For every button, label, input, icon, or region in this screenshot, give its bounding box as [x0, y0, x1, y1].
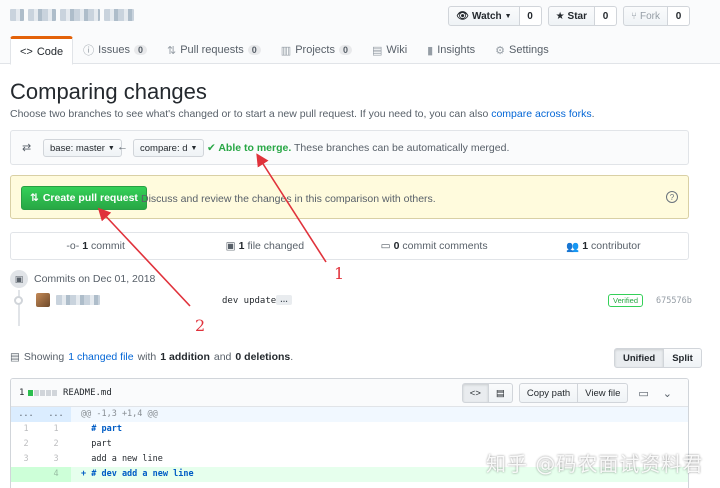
copy-path-button[interactable]: Copy path: [518, 383, 579, 403]
pull-request-icon: ⇅: [166, 44, 177, 57]
chevron-down-icon: ▼: [107, 144, 115, 152]
commit-icon: -o-: [66, 240, 80, 252]
watermark: 知乎 @码农面试资料君: [486, 452, 704, 476]
tab-pull-requests[interactable]: ⇅ Pull requests 0: [157, 36, 271, 64]
annotation-label-1: 1: [334, 264, 345, 283]
diff-line: 1 1 # part: [23, 424, 122, 434]
desktop-icon[interactable]: ▭: [634, 387, 652, 400]
commit-dot-icon: [14, 296, 23, 305]
commit-message[interactable]: dev update: [222, 296, 276, 306]
pull-requests-count: 0: [247, 45, 261, 55]
summary-files-changed[interactable]: ▣ 1 file changed: [180, 233, 349, 259]
eye-icon: 👁: [456, 10, 469, 22]
people-icon: 👥: [566, 240, 580, 253]
tab-issues[interactable]: ⓘ Issues 0: [73, 36, 157, 64]
chevron-down-icon: ▼: [504, 12, 512, 20]
base-branch-select[interactable]: base: master ▼: [43, 139, 122, 157]
summary-contributors[interactable]: 👥 1 contributor: [519, 233, 688, 259]
code-icon: <>: [20, 45, 33, 58]
repo-nav-tabs: <> Code ⓘ Issues 0 ⇅ Pull requests 0 ▥ P…: [10, 36, 559, 65]
flash-text: Discuss and review the changes in this c…: [141, 193, 436, 205]
split-view-button[interactable]: Split: [664, 348, 702, 368]
diff-hunk-header: ... ... @@ -1,3 +1,4 @@: [11, 407, 688, 422]
repo-icon: [10, 9, 24, 21]
issue-icon: ⓘ: [83, 45, 95, 57]
repo-push-icon: ▣: [10, 270, 28, 288]
file-actions: <> ▤ Copy path View file ▭ ⌄: [461, 383, 676, 403]
tab-projects[interactable]: ▥ Projects 0: [271, 36, 362, 64]
summary-commit-comments[interactable]: ▭ 0 commit comments: [350, 233, 519, 259]
comment-icon: ▭: [380, 240, 391, 252]
compare-across-forks-link[interactable]: compare across forks: [491, 108, 591, 120]
author-obscured: [56, 295, 100, 305]
chevron-down-icon[interactable]: ⌄: [659, 387, 676, 400]
file-diff-icon: ▣: [225, 240, 236, 252]
repo-name-obscured: [60, 9, 100, 21]
tab-code[interactable]: <> Code: [10, 36, 74, 65]
view-file-button[interactable]: View file: [578, 383, 629, 403]
tab-insights[interactable]: ▮ Insights: [417, 36, 485, 64]
graph-icon: ▮: [427, 44, 434, 57]
diff-toc: ▤ Showing 1 changed file with 1 addition…: [10, 351, 294, 363]
repo-owner-obscured: [28, 9, 56, 21]
summary-commits[interactable]: -o- 1 commit: [11, 233, 180, 259]
able-to-merge: ✔ Able to merge.: [207, 142, 292, 154]
commit-row: dev update … Verified 675576b: [14, 292, 692, 310]
compare-summary: -o- 1 commit ▣ 1 file changed ▭ 0 commit…: [10, 232, 689, 260]
repo-name-obscured-2: [104, 9, 134, 21]
source-diff-button[interactable]: <>: [461, 383, 489, 403]
git-compare-icon: ⇄: [22, 142, 32, 154]
star-count[interactable]: 0: [595, 6, 617, 26]
repo-title[interactable]: [10, 7, 134, 23]
gear-icon: ⚙: [495, 44, 506, 57]
range-editor: ⇄ base: master ▼ ← compare: d ▼ ✔ Able t…: [10, 130, 689, 165]
rich-diff-button[interactable]: ▤: [488, 383, 513, 403]
watch-count[interactable]: 0: [519, 6, 542, 26]
project-icon: ▥: [280, 44, 292, 57]
file-icon: ▤: [495, 387, 505, 399]
fork-icon: ⑂: [631, 10, 637, 22]
changed-files-link[interactable]: 1 changed file: [68, 351, 133, 363]
question-icon[interactable]: ?: [666, 191, 678, 203]
annotation-label-2: 2: [195, 316, 206, 335]
file-name[interactable]: README.md: [63, 388, 112, 398]
chevron-down-icon: ▼: [190, 144, 198, 152]
star-button[interactable]: ★ Star: [547, 6, 595, 26]
diff-view-toggle: Unified Split: [614, 348, 702, 368]
fork-count[interactable]: 0: [668, 6, 690, 26]
projects-count: 0: [338, 45, 352, 55]
page-title: Comparing changes: [10, 79, 207, 104]
repo-header: 👁 Watch ▼ 0 ★ Star 0 ⑂ Fork 0 <> Code ⓘ …: [0, 0, 720, 65]
book-icon: ▤: [371, 44, 383, 57]
create-pull-request-button[interactable]: ⇅ Create pull request: [21, 186, 147, 210]
star-icon: ★: [555, 10, 565, 22]
arrow-left-icon: ←: [117, 141, 128, 153]
avatar[interactable]: [36, 293, 50, 307]
commits-group-heading: ▣ Commits on Dec 01, 2018: [10, 270, 155, 288]
page-subtitle: Choose two branches to see what's change…: [10, 108, 595, 120]
unified-view-button[interactable]: Unified: [614, 348, 665, 368]
pull-request-icon: ⇅: [30, 192, 39, 204]
diffstat: [28, 390, 57, 396]
repo-actions: 👁 Watch ▼ 0 ★ Star 0 ⑂ Fork 0: [448, 6, 690, 26]
commit-sha[interactable]: 675576b: [656, 296, 692, 306]
file-header: 1 README.md <> ▤ Copy path View file ▭ ⌄: [11, 379, 688, 407]
compare-branch-select[interactable]: compare: d ▼: [133, 139, 205, 157]
code-icon: <>: [469, 387, 481, 399]
tab-wiki[interactable]: ▤ Wiki: [362, 36, 417, 64]
fork-button[interactable]: ⑂ Fork: [623, 6, 668, 26]
watch-button[interactable]: 👁 Watch ▼: [448, 6, 520, 26]
create-pr-flash: ⇅ Create pull request Discuss and review…: [10, 175, 689, 219]
diff-icon: ▤: [10, 351, 20, 363]
file-change-count: 1: [19, 388, 25, 398]
tab-settings[interactable]: ⚙ Settings: [485, 36, 559, 64]
issues-count: 0: [133, 45, 147, 55]
expand-commit-button[interactable]: …: [276, 295, 292, 305]
verified-badge[interactable]: Verified: [608, 294, 644, 307]
merge-status: ✔ Able to merge. These branches can be a…: [207, 142, 510, 154]
